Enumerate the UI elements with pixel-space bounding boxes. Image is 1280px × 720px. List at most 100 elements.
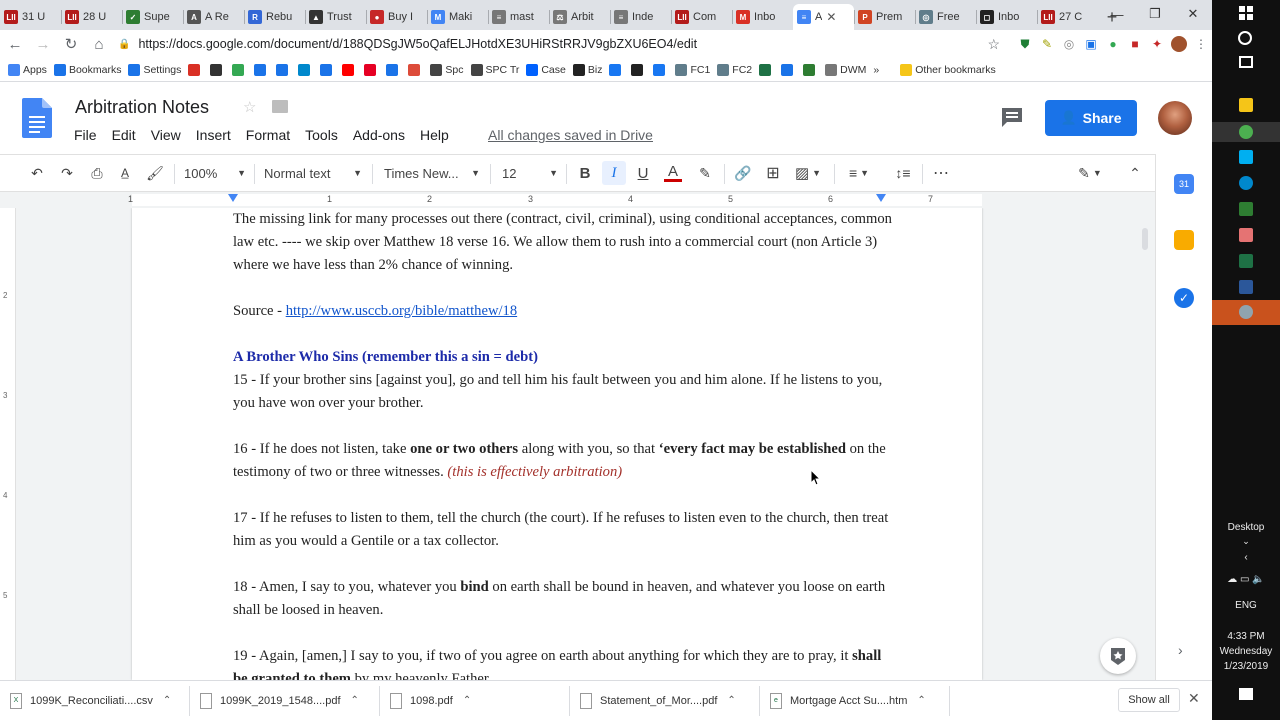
bookmark-item[interactable] [386,63,401,76]
bookmark-item[interactable] [342,63,357,76]
download-item[interactable]: Statement_of_Mor....pdf ⌃ [570,685,760,716]
extension-icon[interactable]: ◎ [1058,33,1080,55]
document-title[interactable]: Arbitration Notes [75,97,209,118]
tray-icons[interactable]: ☁ ▭ 🔈 [1212,574,1280,585]
browser-tab[interactable]: ≡ mast [488,4,549,30]
tasks-icon[interactable]: ✓ [1174,288,1194,308]
bookmark-item[interactable] [803,63,818,76]
menu-help[interactable]: Help [420,127,449,143]
home-button[interactable]: ⌂ [86,31,112,57]
windows-start-icon[interactable] [1239,6,1253,20]
paint-format-icon[interactable]: 🖌 [144,161,166,185]
minimize-button[interactable]: — [1098,0,1136,28]
pdf-extension-icon[interactable]: ■ [1124,33,1146,55]
bookmark-item[interactable] [364,63,379,76]
browser-tab[interactable]: LII 28 U [61,4,122,30]
print-icon[interactable]: ⎙ [86,161,108,185]
star-icon[interactable]: ☆ [243,98,256,116]
bookmark-item[interactable] [254,63,269,76]
folder-icon[interactable] [272,100,288,113]
insert-image-icon[interactable]: ▨ ▼ [790,161,826,185]
bookmark-item[interactable] [232,63,247,76]
profile-avatar-icon[interactable] [1168,33,1190,55]
app-icon[interactable] [1239,228,1253,242]
chevron-left-icon[interactable]: ‹ [1212,552,1280,563]
line-spacing-icon[interactable]: ↕≡ [892,161,914,185]
browser-tab[interactable]: M Maki [427,4,488,30]
bookmark-item[interactable] [188,63,203,76]
shield-extension-icon[interactable]: ⛊ [1014,33,1036,55]
bookmark-item[interactable] [653,63,668,76]
chevron-up-icon[interactable]: ⌃ [163,695,171,706]
chevron-right-icon[interactable]: › [1178,642,1183,658]
extension-icon[interactable]: ✦ [1146,33,1168,55]
bookmark-item[interactable] [759,63,774,76]
chevron-up-icon[interactable]: ⌃ [351,695,359,706]
extension-icon[interactable]: ▣ [1080,33,1102,55]
menu-view[interactable]: View [151,127,181,143]
more-options-icon[interactable]: ⋯ [930,161,952,185]
menu-addons[interactable]: Add-ons [353,127,405,143]
browser-tab[interactable]: ◻ Inbo [976,4,1037,30]
bookmark-item[interactable]: Bookmarks [53,63,121,76]
vertical-scrollbar[interactable] [1142,228,1148,250]
close-tab-icon[interactable]: ✕ [826,10,836,24]
browser-tab[interactable]: ✓ Supe [122,4,183,30]
menu-insert[interactable]: Insert [196,127,231,143]
browser-menu-icon[interactable]: ⋮ [1190,33,1212,55]
browser-tab[interactable]: ▲ Trust [305,4,366,30]
skype-icon[interactable] [1239,150,1253,164]
bookmark-item[interactable]: Apps [8,63,47,76]
chevron-up-icon[interactable]: ⌃ [463,695,471,706]
redo-icon[interactable]: ↷ [56,161,78,185]
menu-file[interactable]: File [74,127,97,143]
bookmark-item[interactable]: FC1 [675,63,710,76]
word-icon[interactable] [1239,280,1253,294]
bookmark-item[interactable] [210,63,225,76]
bookmark-item[interactable]: Settings [128,63,181,76]
browser-tab[interactable]: ⚖ Arbit [549,4,610,30]
italic-icon[interactable]: I [602,161,626,185]
download-item[interactable]: X 1099K_Reconciliati....csv ⌃ [0,685,190,716]
file-explorer-icon[interactable] [1239,98,1253,112]
bookmark-item[interactable] [298,63,313,76]
font-select[interactable]: Times New... ▼ [384,161,480,185]
menu-tools[interactable]: Tools [305,127,338,143]
google-docs-logo[interactable] [22,98,52,138]
spellcheck-icon[interactable]: A̲ [114,161,136,185]
add-comment-icon[interactable]: ⊞ [762,161,784,185]
bookmark-item[interactable]: Spc [430,63,464,76]
other-bookmarks-folder[interactable]: Other bookmarks [900,63,996,76]
chevron-down-icon[interactable]: ⌄ [1212,536,1280,547]
editing-mode-icon[interactable]: ✎ ▼ [1072,161,1108,185]
extension-icon[interactable]: ✎ [1036,33,1058,55]
close-downloads-icon[interactable]: ✕ [1188,690,1200,707]
search-icon[interactable] [1238,31,1252,45]
browser-tab[interactable]: LII 31 U [0,4,61,30]
bookmark-item[interactable]: DWM [825,63,866,76]
menu-edit[interactable]: Edit [112,127,136,143]
back-button[interactable]: ← [2,31,28,57]
bookmark-item[interactable] [631,63,646,76]
document-body[interactable]: The missing link for many processes out … [233,208,893,680]
chrome-icon[interactable] [1239,125,1253,139]
underline-icon[interactable]: U [632,161,654,185]
notifications-icon[interactable] [1239,688,1253,700]
chevron-up-icon[interactable]: ⌃ [1124,161,1146,185]
clock-time[interactable]: 4:33 PM [1212,631,1280,642]
download-item[interactable]: 1098.pdf ⌃ [380,685,570,716]
document-page[interactable]: The missing link for many processes out … [132,208,982,680]
show-all-downloads-button[interactable]: Show all [1118,688,1180,712]
bold-icon[interactable]: B [574,161,596,185]
task-view-icon[interactable] [1239,56,1253,68]
align-icon[interactable]: ≡ ▼ [842,161,876,185]
keep-icon[interactable] [1174,230,1194,250]
language-indicator[interactable]: ENG [1212,600,1280,611]
browser-tab[interactable]: A A Re [183,4,244,30]
forward-button[interactable]: → [30,31,56,57]
browser-tab[interactable]: LII 27 C [1037,4,1098,30]
reload-button[interactable]: ↻ [58,31,84,57]
telegram-icon[interactable] [1239,176,1253,190]
right-indent-marker[interactable] [876,194,886,202]
extension-icon[interactable]: ● [1102,33,1124,55]
